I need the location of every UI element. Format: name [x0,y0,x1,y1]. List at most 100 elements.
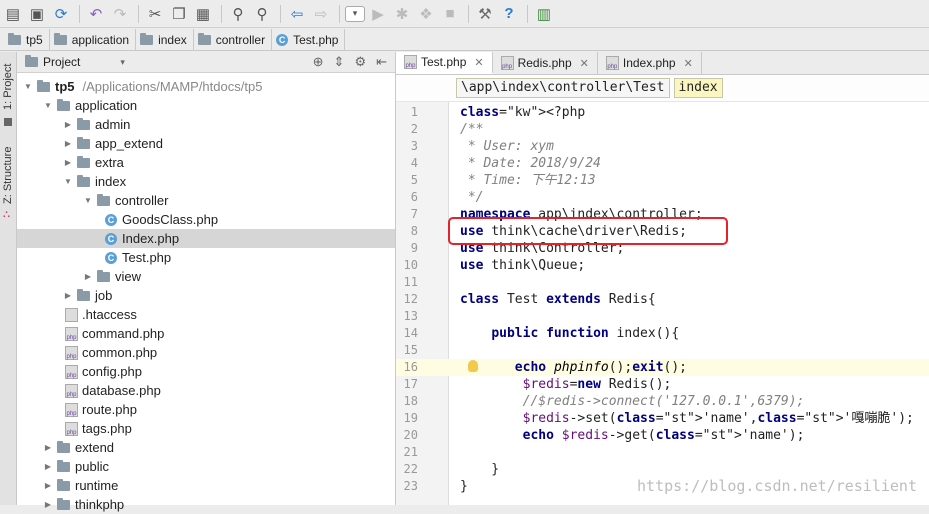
collapse-icon[interactable]: ⇕ [334,54,345,70]
tree-item[interactable]: C GoodsClass.php [17,210,395,229]
code-breadcrumb-method[interactable]: index [673,78,723,98]
redo-icon[interactable]: ↷ [109,3,131,25]
close-icon[interactable]: ✕ [474,56,483,69]
coverage-icon[interactable]: ❖ [415,3,437,25]
structure-tool-button[interactable]: Z: Structure [2,147,14,204]
tree-item[interactable]: C Test.php [17,248,395,267]
undo-icon[interactable]: ↶ [85,3,107,25]
tree-item[interactable]: php config.php [17,362,395,381]
tree-item[interactable]: php route.php [17,400,395,419]
code-line[interactable]: 1 class="kw"><?php [396,104,929,121]
chevron-right-icon[interactable]: ▶ [43,462,53,472]
tree-item[interactable]: ▶ app_extend [17,134,395,153]
chevron-right-icon[interactable]: ▶ [43,443,53,453]
code-line[interactable]: 3 * User: xym [396,138,929,155]
tree-item[interactable]: ▼ controller [17,191,395,210]
code-line[interactable]: 21 [396,444,929,461]
settings-icon[interactable]: ⚒ [474,3,496,25]
help-icon[interactable]: ? [498,3,520,25]
tree-item[interactable]: ▶ extend [17,438,395,457]
cut-icon[interactable]: ✂ [144,3,166,25]
close-icon[interactable]: ✕ [580,57,589,70]
chevron-right-icon[interactable]: ▶ [43,481,53,491]
project-view-selector[interactable]: Project [43,55,80,69]
tree-item[interactable]: php common.php [17,343,395,362]
copy-icon[interactable]: ❐ [168,3,190,25]
tree-item[interactable]: php database.php [17,381,395,400]
tree-item[interactable]: ▶ admin [17,115,395,134]
tree-item[interactable]: ▶ view [17,267,395,286]
run-config-dropdown-icon[interactable]: ▾ [345,5,365,22]
php-file-icon: php [65,421,78,436]
code-line[interactable]: 14 public function index(){ [396,325,929,342]
chevron-down-icon[interactable]: ▼ [83,196,93,206]
breadcrumb-item-application[interactable]: application [50,28,137,51]
tab-redis-php[interactable]: php Redis.php ✕ [493,52,598,74]
tree-root[interactable]: ▼ tp5 /Applications/MAMP/htdocs/tp5 [17,77,395,96]
close-icon[interactable]: ✕ [684,57,693,70]
folder-open-icon[interactable]: ▤ [2,3,24,25]
chevron-right-icon[interactable]: ▶ [63,158,73,168]
code-line[interactable]: 20 echo $redis->get(class="st">'name'); [396,427,929,444]
code-line[interactable]: 17 $redis=new Redis(); [396,376,929,393]
code-line[interactable]: 19 $redis->set(class="st">'name',class="… [396,410,929,427]
tree-item[interactable]: ▶ public [17,457,395,476]
chevron-right-icon[interactable]: ▶ [63,120,73,130]
tree-item[interactable]: .htaccess [17,305,395,324]
run-icon[interactable]: ▶ [367,3,389,25]
line-number: 18 [403,394,418,408]
code-line[interactable]: 13 [396,308,929,325]
sdk-icon[interactable]: ▥ [533,3,555,25]
php-file-icon: php [65,402,78,417]
breadcrumb-item-controller[interactable]: controller [194,28,273,51]
tree-item[interactable]: ▼ application [17,96,395,115]
replace-icon[interactable]: ⚲ [251,3,273,25]
breadcrumb-item-tp5[interactable]: tp5 [4,28,50,51]
tree-item[interactable]: C Index.php [17,229,395,248]
tree-item[interactable]: ▶ runtime [17,476,395,495]
tab-index-php[interactable]: php Index.php ✕ [598,52,702,74]
forward-icon[interactable]: ⇨ [310,3,332,25]
gear-icon[interactable]: ⚙ [354,54,366,70]
chevron-down-icon[interactable]: ▼ [23,82,33,92]
code-line[interactable]: 5 * Time: 下午12:13 [396,172,929,189]
hide-icon[interactable]: ⇤ [376,54,387,70]
chevron-down-icon[interactable]: ▼ [43,101,53,111]
code-line[interactable]: 15 [396,342,929,359]
tree-item[interactable]: ▼ index [17,172,395,191]
code-line[interactable]: 2 /** [396,121,929,138]
chevron-down-icon[interactable]: ▼ [63,177,73,187]
code-line[interactable]: 22 } [396,461,929,478]
code-line[interactable]: 10 use think\Queue; [396,257,929,274]
breadcrumb-item-index[interactable]: index [136,28,194,51]
class-icon: C [276,33,289,46]
debug-icon[interactable]: ✱ [391,3,413,25]
chevron-right-icon[interactable]: ▶ [63,291,73,301]
code-line[interactable]: 4 * Date: 2018/9/24 [396,155,929,172]
find-icon[interactable]: ⚲ [227,3,249,25]
tree-item-label: public [75,459,109,474]
code-line[interactable]: 11 [396,274,929,291]
back-icon[interactable]: ⇦ [286,3,308,25]
save-icon[interactable]: ▣ [26,3,48,25]
code-line[interactable]: 6 */ [396,189,929,206]
tree-item[interactable]: php tags.php [17,419,395,438]
tab-test-php[interactable]: php Test.php ✕ [396,52,493,74]
tree-item[interactable]: ▶ job [17,286,395,305]
chevron-right-icon[interactable]: ▶ [83,272,93,282]
tree-item[interactable]: ▶ extra [17,153,395,172]
lightbulb-icon[interactable] [468,360,478,372]
breadcrumb-item-test[interactable]: C Test.php [272,28,346,51]
tree-item[interactable]: php command.php [17,324,395,343]
code-line[interactable]: 12 class Test extends Redis{ [396,291,929,308]
stop-icon[interactable]: ■ [439,3,461,25]
chevron-right-icon[interactable]: ▶ [63,139,73,149]
chevron-down-icon[interactable]: ▾ [120,57,125,68]
project-tool-button[interactable]: 1: Project [2,64,14,110]
tab-label: Index.php [622,56,676,70]
locate-icon[interactable]: ⊕ [313,54,324,70]
code-line[interactable]: 18 //$redis->connect('127.0.0.1',6379); [396,393,929,410]
sync-icon[interactable]: ⟳ [50,3,72,25]
code-breadcrumb-class[interactable]: \app\index\controller\Test [456,78,670,98]
paste-icon[interactable]: ▦ [192,3,214,25]
